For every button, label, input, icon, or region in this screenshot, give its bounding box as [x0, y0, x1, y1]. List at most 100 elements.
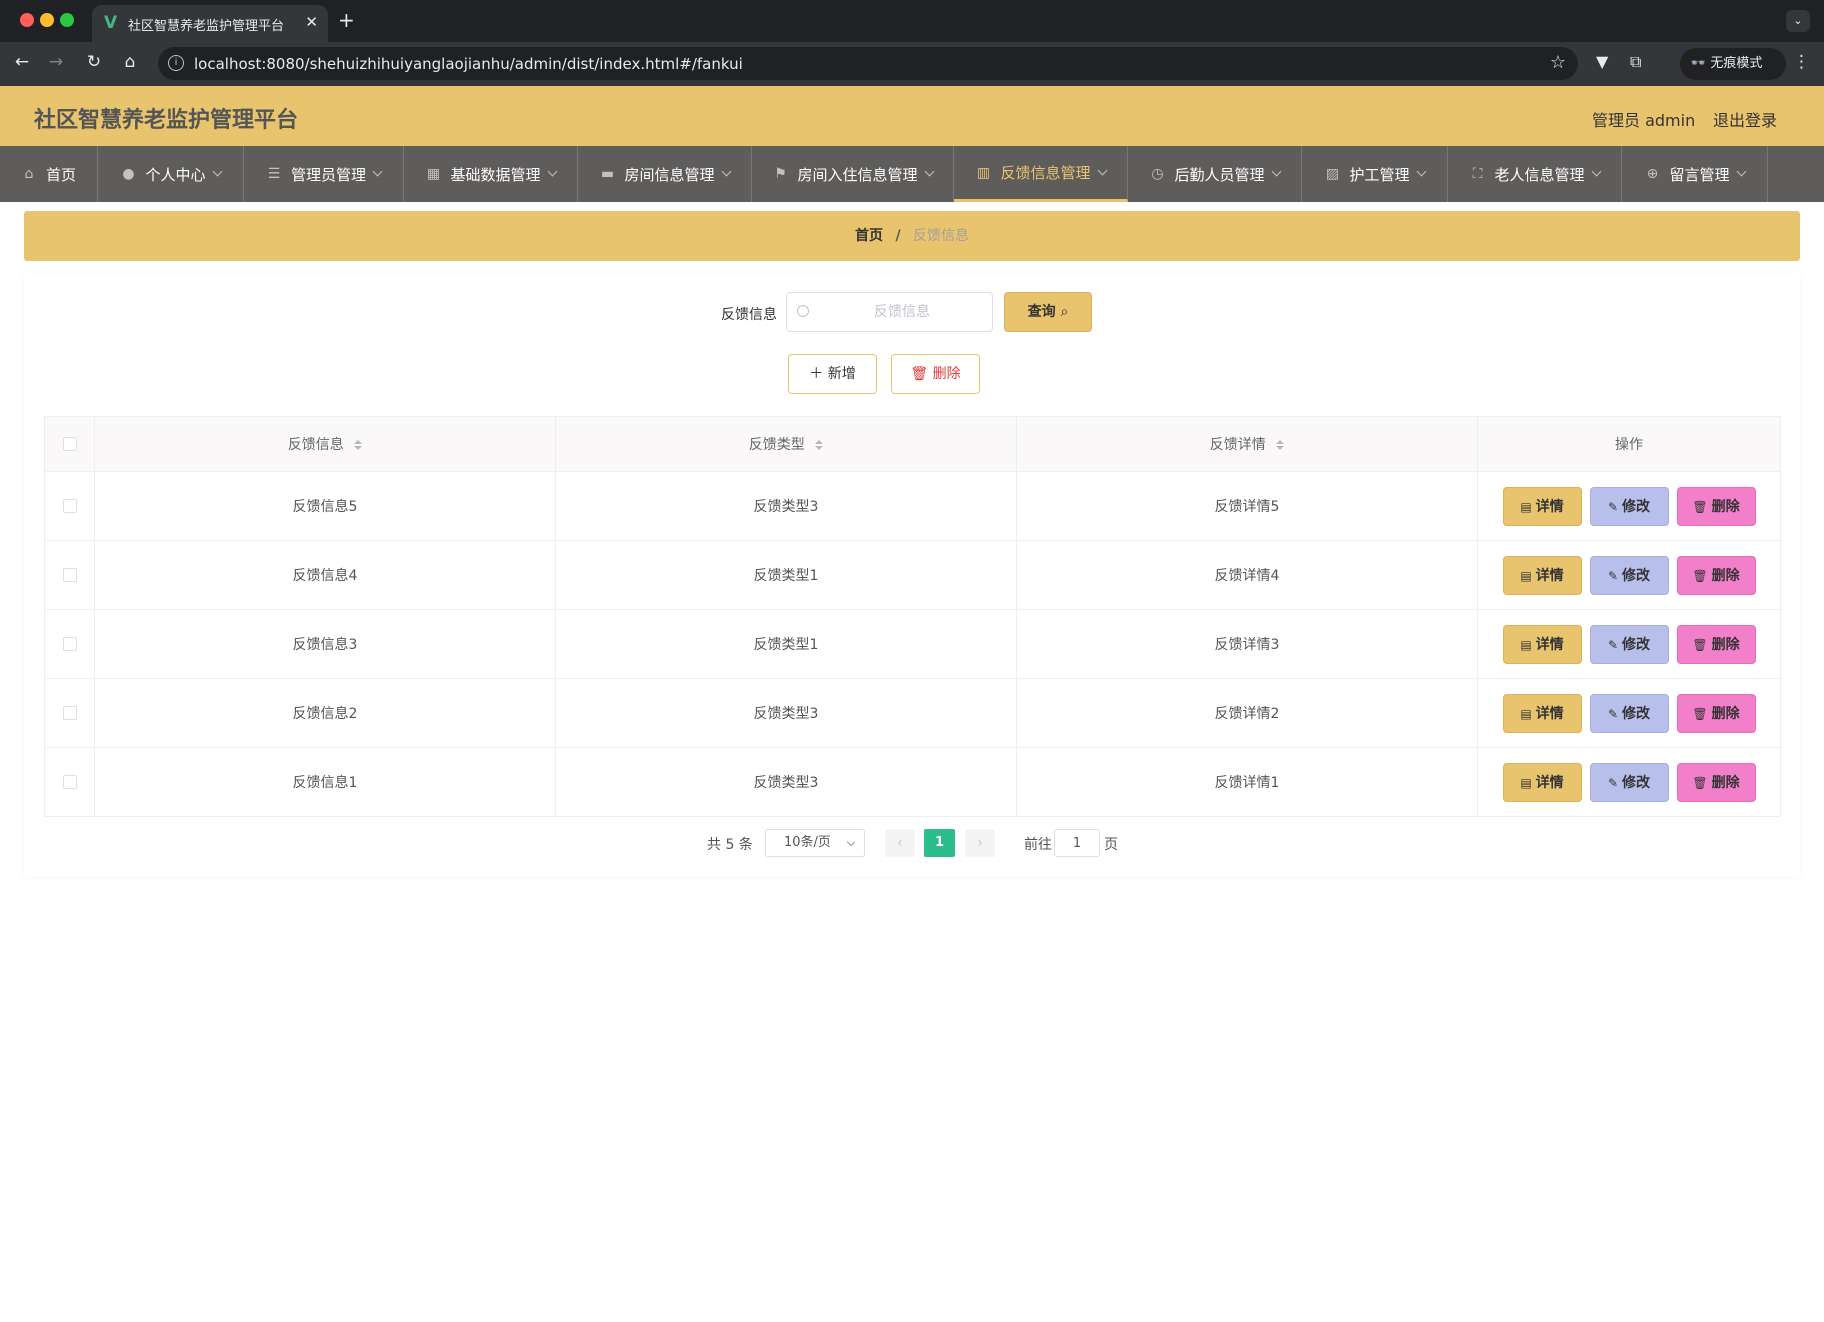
table-row: 反馈信息1 反馈类型3 反馈详情1 ▤ 详情 ✎ 修改 🗑 删除 [44, 747, 1781, 817]
row-select-cell [44, 471, 95, 541]
delete-button-label: 删除 [932, 366, 961, 382]
search-field[interactable] [786, 292, 993, 332]
row-checkbox[interactable] [62, 568, 77, 582]
minimize-window-button[interactable] [40, 13, 54, 27]
detail-button-label: 详情 [1535, 498, 1564, 515]
breadcrumb-home[interactable]: 首页 [855, 228, 883, 244]
prev-page-button[interactable]: ‹ [885, 829, 915, 857]
browser-toolbar: ← → ↻ ⌂ i localhost:8080/shehuizhihuiyan… [0, 42, 1824, 86]
chevron-down-icon [846, 837, 856, 847]
row-checkbox[interactable] [62, 775, 77, 789]
nav-item-room-info[interactable]: ▬ 房间信息管理 [578, 146, 752, 202]
pencil-icon: ✎ [1607, 775, 1619, 790]
top-nav-menu: ⌂ 首页 ● 个人中心 ☰ 管理员管理 ▦ 基础数据管理 ▬ 房间信息管理 ⚑ … [0, 146, 1824, 202]
document-icon: ▤ [1520, 499, 1532, 514]
forward-icon[interactable]: → [44, 52, 68, 72]
bookmark-star-icon[interactable]: ☆ [1550, 52, 1566, 73]
extensions-puzzle-icon[interactable]: ⧉ [1630, 52, 1641, 72]
page-number-button[interactable]: 1 [924, 829, 955, 857]
breadcrumb: 首页 / 反馈信息 [24, 211, 1800, 261]
nav-item-personal-center[interactable]: ● 个人中心 [98, 146, 244, 202]
cell-info: 反馈信息1 [94, 747, 556, 817]
edit-button[interactable]: ✎ 修改 [1589, 693, 1669, 733]
sort-icon[interactable] [1276, 440, 1285, 450]
chevron-down-icon [1591, 166, 1601, 177]
table-row: 反馈信息5 反馈类型3 反馈详情5 ▤ 详情 ✎ 修改 🗑 删除 [44, 471, 1781, 541]
close-tab-icon[interactable]: ✕ [305, 13, 318, 31]
tab-search-icon[interactable]: ⌄ [1786, 10, 1810, 32]
search-input[interactable] [817, 297, 987, 327]
add-button[interactable]: ＋ 新增 [788, 354, 877, 394]
detail-button[interactable]: ▤ 详情 [1502, 555, 1582, 595]
close-window-button[interactable] [20, 13, 34, 27]
nav-item-label: 留言管理 [1669, 165, 1730, 184]
target-icon: ⊕ [1646, 166, 1659, 182]
extension-v-icon[interactable]: ▼ [1596, 52, 1608, 71]
address-bar[interactable]: i localhost:8080/shehuizhihuiyanglaojian… [158, 47, 1578, 80]
edit-button-label: 修改 [1622, 705, 1651, 722]
nav-item-messages[interactable]: ⊕ 留言管理 [1622, 146, 1768, 202]
column-header-type[interactable]: 反馈类型 [555, 416, 1017, 472]
edit-button[interactable]: ✎ 修改 [1589, 486, 1669, 526]
site-info-icon[interactable]: i [168, 55, 184, 71]
home-icon[interactable]: ⌂ [118, 52, 142, 72]
maximize-window-button[interactable] [60, 13, 74, 27]
flag-icon: ⚑ [774, 166, 787, 182]
nav-item-basic-data[interactable]: ▦ 基础数据管理 [404, 146, 578, 202]
nav-item-caregiver[interactable]: ▨ 护工管理 [1302, 146, 1448, 202]
detail-button[interactable]: ▤ 详情 [1502, 624, 1582, 664]
delete-button[interactable]: 🗑 删除 [1676, 624, 1756, 664]
column-header-detail[interactable]: 反馈详情 [1016, 416, 1478, 472]
cell-actions: ▤ 详情 ✎ 修改 🗑 删除 [1477, 678, 1781, 748]
row-checkbox[interactable] [62, 499, 77, 513]
browser-tab[interactable]: V 社区智慧养老监护管理平台 ✕ [92, 5, 328, 42]
delete-button[interactable]: 🗑 删除 [1676, 555, 1756, 595]
detail-button[interactable]: ▤ 详情 [1502, 693, 1582, 733]
query-button[interactable]: 查询 ⌕ [1004, 292, 1092, 332]
chevron-down-icon [1097, 165, 1107, 175]
reload-icon[interactable]: ↻ [82, 52, 106, 72]
pencil-icon: ✎ [1607, 706, 1619, 721]
batch-delete-button[interactable]: 🗑 删除 [891, 354, 980, 394]
nav-item-feedback[interactable]: ▥ 反馈信息管理 [954, 146, 1128, 202]
logout-button[interactable]: 退出登录 [1713, 107, 1777, 131]
nav-item-elderly-info[interactable]: ⛶ 老人信息管理 [1448, 146, 1622, 202]
cell-detail: 反馈详情1 [1016, 747, 1478, 817]
nav-item-room-checkin[interactable]: ⚑ 房间入住信息管理 [752, 146, 954, 202]
page-size-select[interactable]: 10条/页 [765, 829, 865, 857]
column-header-info[interactable]: 反馈信息 [94, 416, 556, 472]
edit-button[interactable]: ✎ 修改 [1589, 624, 1669, 664]
row-checkbox[interactable] [62, 706, 77, 720]
row-checkbox[interactable] [62, 637, 77, 651]
column-header-label: 反馈详情 [1209, 437, 1266, 453]
delete-button[interactable]: 🗑 删除 [1676, 486, 1756, 526]
browser-tab-title: 社区智慧养老监护管理平台 [128, 19, 285, 34]
nav-item-home[interactable]: ⌂ 首页 [0, 146, 98, 202]
delete-button[interactable]: 🗑 删除 [1676, 762, 1756, 802]
new-tab-icon[interactable]: + [338, 8, 355, 32]
sort-icon[interactable] [354, 440, 363, 450]
edit-button[interactable]: ✎ 修改 [1589, 762, 1669, 802]
back-icon[interactable]: ← [10, 52, 34, 72]
cell-actions: ▤ 详情 ✎ 修改 🗑 删除 [1477, 609, 1781, 679]
detail-button[interactable]: ▤ 详情 [1502, 486, 1582, 526]
select-all-checkbox[interactable] [62, 437, 77, 451]
detail-button[interactable]: ▤ 详情 [1502, 762, 1582, 802]
briefcase-icon: ▬ [600, 166, 615, 182]
table-body: 反馈信息5 反馈类型3 反馈详情5 ▤ 详情 ✎ 修改 🗑 删除 反馈信息4 反馈类型1 反馈详情4 ▤… [44, 471, 1781, 817]
nav-item-logistics-staff[interactable]: ◷ 后勤人员管理 [1128, 146, 1302, 202]
pencil-icon: ✎ [1607, 499, 1619, 514]
nav-item-admin-management[interactable]: ☰ 管理员管理 [244, 146, 404, 202]
detail-button-label: 详情 [1535, 567, 1564, 584]
url-text[interactable]: localhost:8080/shehuizhihuiyanglaojianhu… [194, 55, 743, 73]
next-page-button[interactable]: › [965, 829, 995, 857]
goto-page-input[interactable] [1054, 829, 1100, 857]
edit-button[interactable]: ✎ 修改 [1589, 555, 1669, 595]
incognito-icon: 👓 [1690, 56, 1707, 71]
delete-button-label: 删除 [1711, 705, 1740, 722]
sort-icon[interactable] [815, 440, 824, 450]
delete-button[interactable]: 🗑 删除 [1676, 693, 1756, 733]
document-icon: ▤ [1520, 706, 1532, 721]
incognito-badge[interactable]: 👓 无痕模式 [1680, 48, 1786, 80]
browser-menu-icon[interactable]: ⋮ [1793, 52, 1810, 72]
